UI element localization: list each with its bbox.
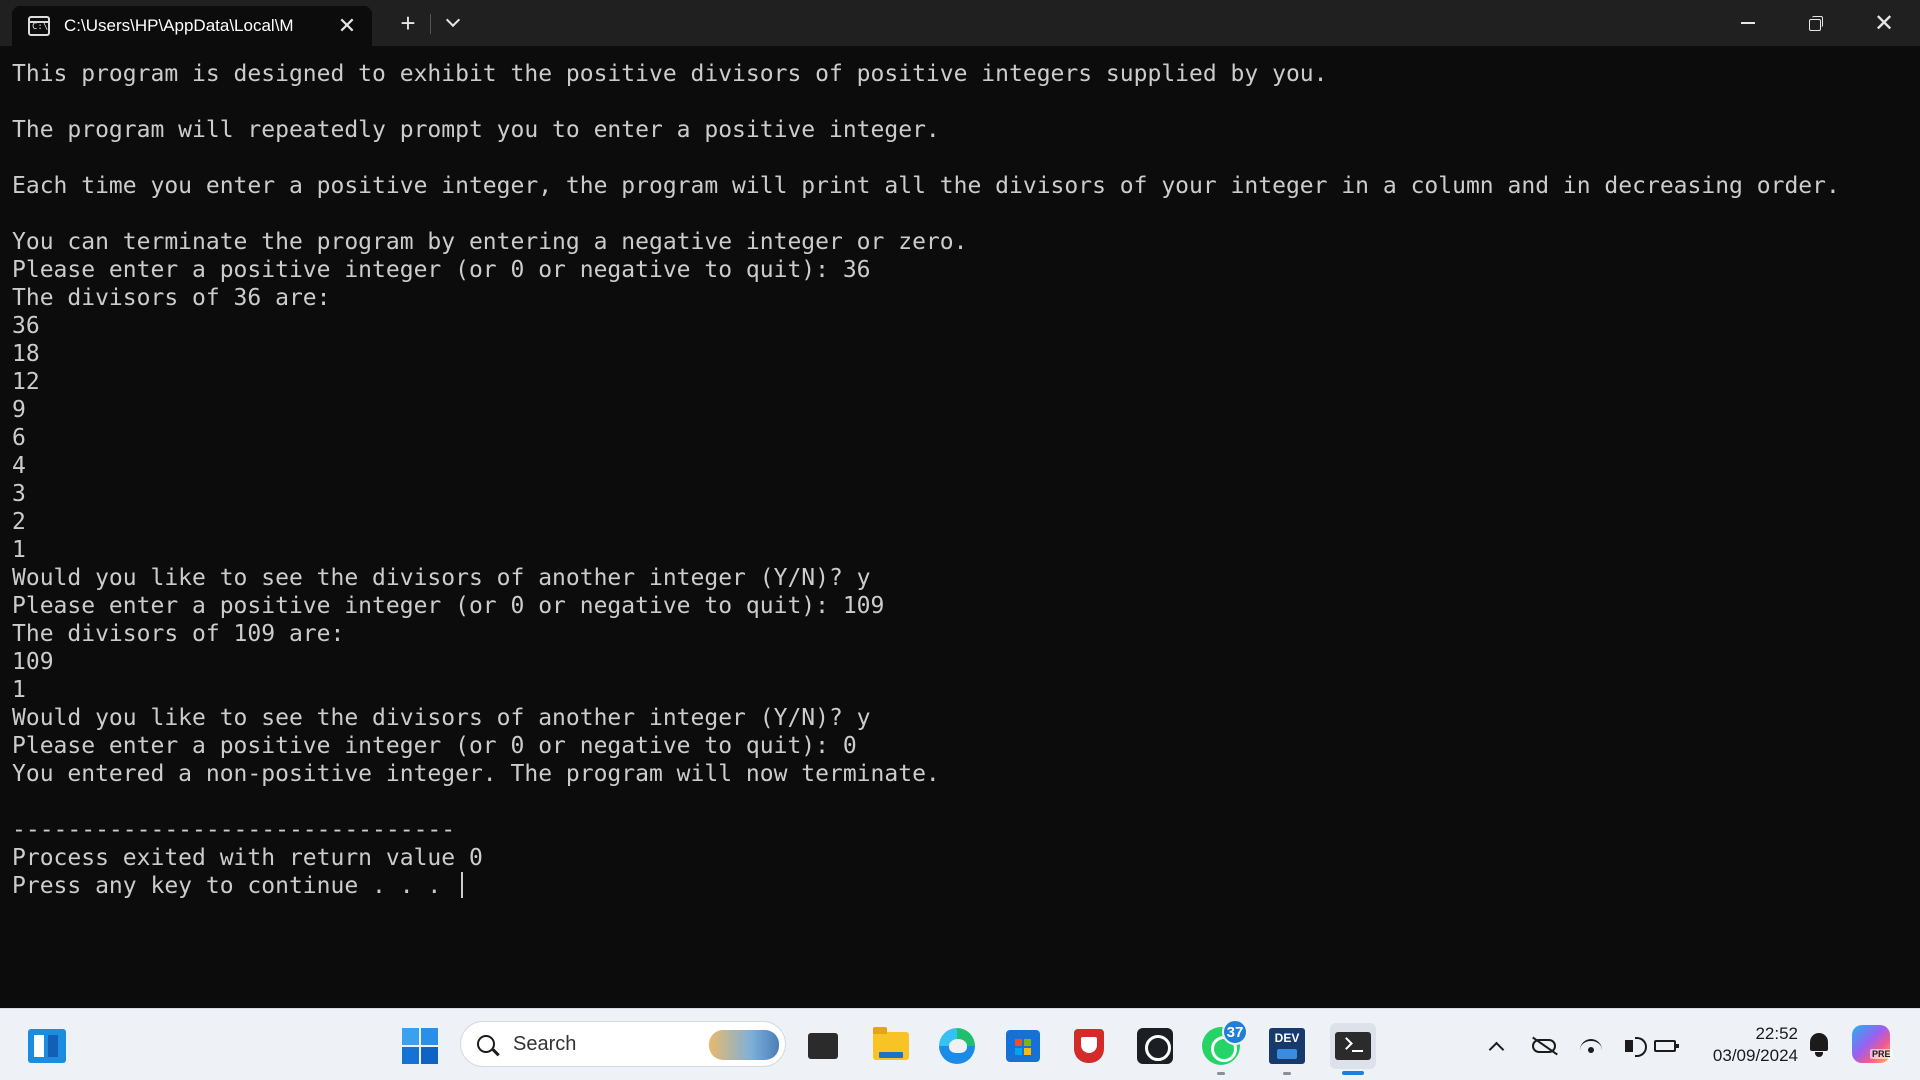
terminal-line: Please enter a positive integer (or 0 or… [12, 257, 871, 283]
battery-button[interactable] [1650, 1031, 1680, 1061]
show-hidden-icons-button[interactable] [1484, 1031, 1508, 1061]
close-icon: ✕ [1873, 9, 1895, 37]
close-window-button[interactable]: ✕ [1850, 0, 1918, 46]
volume-button[interactable] [1614, 1031, 1647, 1061]
terminal-line: Each time you enter a positive integer, … [12, 173, 1840, 199]
onedrive-button[interactable] [1528, 1031, 1560, 1061]
restore-icon [1809, 16, 1823, 31]
whatsapp-button[interactable]: 37 [1198, 1019, 1248, 1075]
shield-app-button[interactable] [1066, 1023, 1112, 1069]
wifi-icon [1580, 1039, 1602, 1061]
terminal-app-button[interactable] [1330, 1023, 1376, 1075]
terminal-line: 18 [12, 341, 40, 367]
terminal-line: 109 [12, 649, 54, 675]
devcpp-button[interactable]: DEV [1264, 1023, 1310, 1075]
text-cursor [461, 872, 464, 898]
terminal-line: 36 [12, 313, 40, 339]
edge-button[interactable] [934, 1023, 980, 1069]
terminal-line: Process exited with return value 0 [12, 845, 483, 871]
clock-time: 22:52 [1755, 1024, 1798, 1043]
start-icon [402, 1028, 419, 1045]
clock-date: 03/09/2024 [1712, 1046, 1798, 1065]
terminal-icon [1335, 1032, 1371, 1060]
terminal-line: 4 [12, 453, 26, 479]
onedrive-icon [1532, 1039, 1556, 1053]
store-icon [1006, 1030, 1040, 1062]
tab-title: C:\Users\HP\AppData\Local\M [64, 16, 294, 35]
console-icon: C:\ [28, 16, 50, 36]
terminal-tab[interactable]: C:\ C:\Users\HP\AppData\Local\M ✕ [12, 6, 372, 46]
terminal-line: 1 [12, 677, 26, 703]
terminal-line: This program is designed to exhibit the … [12, 61, 1328, 87]
terminal-text: This program is designed to exhibit the … [12, 60, 1840, 900]
terminal-line: Would you like to see the divisors of an… [12, 705, 871, 731]
terminal-output[interactable]: This program is designed to exhibit the … [0, 46, 1920, 1008]
terminal-line: Please enter a positive integer (or 0 or… [12, 733, 857, 759]
taskbar: Search 37 DEV 22:52 03/09/2024 PRE [0, 1008, 1920, 1080]
tab-separator [430, 14, 431, 34]
restore-button[interactable] [1782, 0, 1850, 46]
wifi-button[interactable] [1576, 1031, 1606, 1061]
terminal-line: The divisors of 36 are: [12, 285, 331, 311]
start-icon [402, 1047, 419, 1064]
terminal-line: 1 [12, 537, 26, 563]
widgets-icon[interactable] [28, 1029, 66, 1063]
new-tab-button[interactable]: + [390, 6, 426, 40]
start-icon [421, 1047, 438, 1064]
terminal-line: 3 [12, 481, 26, 507]
active-indicator [1342, 1071, 1364, 1075]
bell-icon[interactable] [1808, 1031, 1830, 1059]
notification-badge: 37 [1222, 1019, 1248, 1045]
volume-icon [1625, 1037, 1647, 1057]
file-explorer-button[interactable] [868, 1023, 914, 1069]
minimize-button[interactable] [1714, 0, 1782, 46]
shield-app-icon [1074, 1029, 1104, 1063]
terminal-line: Would you like to see the divisors of an… [12, 565, 871, 591]
terminal-line: 12 [12, 369, 40, 395]
github-icon [1137, 1028, 1173, 1064]
store-button[interactable] [1000, 1023, 1046, 1069]
terminal-line: 2 [12, 509, 26, 535]
running-indicator [1217, 1072, 1225, 1075]
battery-icon [1654, 1040, 1679, 1052]
terminal-line: You can terminate the program by enterin… [12, 229, 968, 255]
file-explorer-icon [873, 1027, 909, 1060]
devcpp-icon: DEV [1269, 1028, 1305, 1064]
search-highlight-image [709, 1030, 779, 1060]
tv-app-icon [808, 1028, 838, 1059]
taskbar-clock[interactable]: 22:52 03/09/2024 [1694, 1023, 1798, 1067]
start-button[interactable] [402, 1028, 438, 1064]
edge-icon [939, 1028, 975, 1064]
terminal-line: The divisors of 109 are: [12, 621, 345, 647]
tv-app-button[interactable] [800, 1023, 846, 1069]
minimize-icon [1741, 22, 1755, 24]
terminal-line: 6 [12, 425, 26, 451]
terminal-line: Please enter a positive integer (or 0 or… [12, 593, 885, 619]
tab-dropdown-button[interactable] [436, 6, 470, 40]
terminal-line: The program will repeatedly prompt you t… [12, 117, 940, 143]
tab-close-button[interactable]: ✕ [332, 13, 362, 39]
running-indicator [1283, 1072, 1291, 1075]
chevron-up-icon [1488, 1041, 1504, 1057]
copilot-preview-tag: PRE [1870, 1049, 1893, 1059]
title-bar: C:\ C:\Users\HP\AppData\Local\M ✕ + ✕ [0, 0, 1920, 46]
search-placeholder: Search [513, 1032, 577, 1055]
terminal-line: -------------------------------- [12, 817, 456, 843]
search-icon [477, 1035, 495, 1053]
start-icon [421, 1028, 438, 1045]
chevron-down-icon [445, 12, 461, 28]
terminal-line: 9 [12, 397, 26, 423]
github-button[interactable] [1132, 1023, 1178, 1069]
taskbar-search[interactable]: Search [460, 1021, 786, 1067]
terminal-line: Press any key to continue . . . [12, 872, 1840, 900]
terminal-line: You entered a non-positive integer. The … [12, 761, 940, 787]
console-icon-text: C:\ [32, 22, 49, 32]
